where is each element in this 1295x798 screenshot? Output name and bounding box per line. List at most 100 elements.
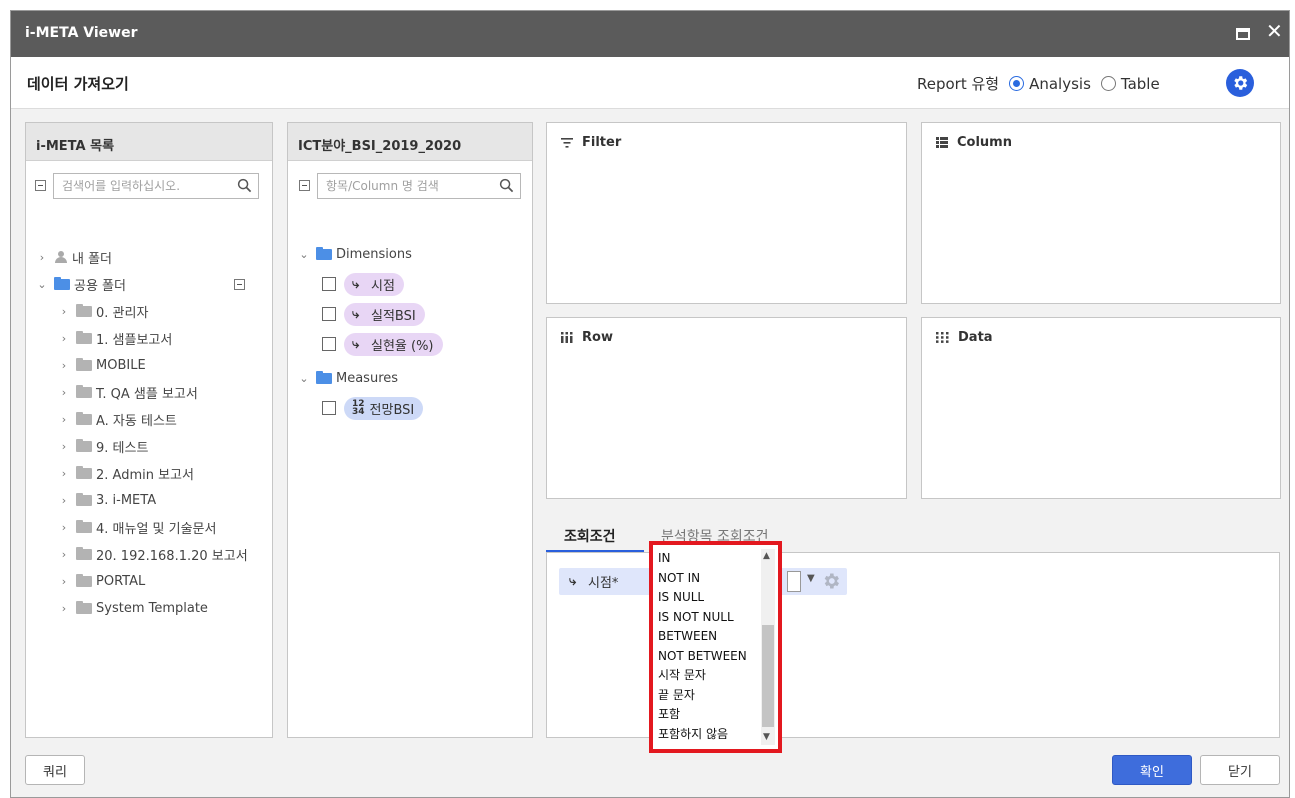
operator-option[interactable]: IN (658, 549, 763, 569)
column-zone[interactable]: Column (921, 122, 1281, 304)
field-checkbox[interactable] (322, 337, 336, 351)
user-icon (54, 251, 68, 263)
tree-item-label: PORTAL (96, 573, 146, 589)
radio-analysis-icon (1009, 76, 1025, 91)
tree-item-my-folder[interactable]: › 내 폴더 (36, 246, 112, 268)
dimension-icon: ⤷ (569, 574, 577, 589)
chevron-right-icon[interactable]: › (58, 602, 70, 615)
chevron-right-icon[interactable]: › (58, 494, 70, 507)
caret-down-icon[interactable]: ▼ (807, 573, 815, 584)
tree-item[interactable]: › 2. Admin 보고서 (58, 462, 194, 484)
field-checkbox[interactable] (322, 401, 336, 415)
operator-dropdown[interactable]: IN NOT IN IS NULL IS NOT NULL BETWEEN NO… (649, 541, 782, 753)
tab-query-condition[interactable]: 조회조건 (564, 526, 616, 546)
chevron-right-icon[interactable]: › (58, 440, 70, 453)
measures-label: Measures (336, 370, 399, 386)
field-checkbox[interactable] (322, 277, 336, 291)
row-zone[interactable]: Row (546, 317, 907, 499)
tree-item[interactable]: › System Template (58, 597, 208, 619)
expand-plus-icon[interactable] (234, 279, 245, 290)
folder-icon (76, 573, 92, 587)
chevron-right-icon[interactable]: › (58, 413, 70, 426)
operator-option[interactable]: 시작 문자 (658, 666, 763, 686)
chevron-right-icon[interactable]: › (58, 332, 70, 345)
dialog-window: i-META Viewer ✕ 데이터 가져오기 Report 유형 Analy… (10, 10, 1290, 798)
tree-item[interactable]: › 3. i-META (58, 489, 156, 511)
chevron-down-icon[interactable]: ⌄ (36, 278, 48, 291)
field-item-dimension[interactable]: ⤷ 실현율 (%) (322, 331, 443, 357)
scrollbar-thumb[interactable] (762, 625, 774, 727)
tree-item[interactable]: › A. 자동 테스트 (58, 408, 177, 430)
chevron-right-icon[interactable]: › (58, 548, 70, 561)
maximize-icon[interactable] (1236, 28, 1250, 40)
close-button[interactable]: 닫기 (1200, 755, 1280, 785)
radio-analysis[interactable]: Analysis (1009, 75, 1091, 93)
tree-item-label: MOBILE (96, 357, 146, 373)
dimension-pill[interactable]: ⤷ 시점 (344, 272, 404, 296)
search-icon[interactable] (499, 178, 514, 193)
chevron-right-icon[interactable]: › (58, 386, 70, 399)
dimension-icon: ⤷ (352, 276, 360, 292)
tree-item[interactable]: › 4. 매뉴얼 및 기술문서 (58, 516, 216, 538)
chevron-down-icon[interactable]: ⌄ (298, 372, 310, 385)
chevron-right-icon[interactable]: › (58, 305, 70, 318)
operator-option[interactable]: 끝 문자 (658, 686, 763, 706)
operator-option[interactable]: 포함 (658, 705, 763, 725)
dataset-title: ICT분야_BSI_2019_2020 (288, 123, 532, 161)
operator-option[interactable]: BETWEEN (658, 627, 763, 647)
close-icon[interactable]: ✕ (1266, 21, 1283, 41)
settings-button[interactable] (1226, 69, 1254, 97)
tree-item[interactable]: › 0. 관리자 (58, 300, 148, 322)
meta-list-panel: i-META 목록 › 내 폴더 ⌄ 공용 폴더 › 0. 관리자 › 1. 샘플보… (25, 122, 273, 738)
chevron-right-icon[interactable]: › (36, 251, 48, 264)
radio-table[interactable]: Table (1100, 75, 1160, 93)
search-icon[interactable] (237, 178, 252, 193)
operator-option[interactable]: NOT BETWEEN (658, 647, 763, 667)
field-checkbox[interactable] (322, 307, 336, 321)
data-zone[interactable]: Data (921, 317, 1281, 499)
report-type: Report 유형 Analysis Table (917, 73, 1160, 94)
ok-button[interactable]: 확인 (1112, 755, 1192, 785)
dimensions-group[interactable]: ⌄ Dimensions (298, 243, 412, 265)
collapse-all-icon[interactable] (35, 180, 46, 191)
field-item-measure[interactable]: 12 34 전망BSI (322, 395, 424, 421)
meta-search-input[interactable] (54, 174, 258, 198)
folder-icon (76, 303, 92, 317)
field-label: 실적BSI (371, 308, 416, 324)
tree-item[interactable]: › MOBILE (58, 354, 146, 376)
operator-option[interactable]: IS NOT NULL (658, 608, 763, 628)
field-label: 전망BSI (369, 402, 415, 418)
measures-group[interactable]: ⌄ Measures (298, 367, 398, 389)
dimension-pill[interactable]: ⤷ 실현율 (%) (344, 332, 443, 356)
tree-item[interactable]: › PORTAL (58, 570, 145, 592)
tree-item-public-folder[interactable]: ⌄ 공용 폴더 (36, 273, 254, 295)
field-item-dimension[interactable]: ⤷ 시점 (322, 271, 404, 297)
title-bar: i-META Viewer ✕ (11, 11, 1289, 57)
expand-all-icon[interactable] (299, 180, 310, 191)
chevron-right-icon[interactable]: › (58, 521, 70, 534)
gear-icon[interactable] (821, 571, 841, 591)
dropdown-scrollbar[interactable]: ▲ ▼ (761, 549, 775, 745)
chevron-right-icon[interactable]: › (58, 359, 70, 372)
column-search-input[interactable] (318, 174, 520, 198)
page-title: 데이터 가져오기 (27, 75, 129, 93)
dimension-pill[interactable]: ⤷ 실적BSI (344, 302, 425, 326)
filter-zone[interactable]: Filter (546, 122, 907, 304)
tree-item[interactable]: › T. QA 샘플 보고서 (58, 381, 198, 403)
chevron-down-icon[interactable]: ⌄ (298, 248, 310, 261)
tree-item[interactable]: › 1. 샘플보고서 (58, 327, 172, 349)
operator-option[interactable]: NOT IN (658, 569, 763, 589)
chevron-right-icon[interactable]: › (58, 575, 70, 588)
tree-item[interactable]: › 20. 192.168.1.20 보고서 (58, 543, 248, 565)
query-button[interactable]: 쿼리 (25, 755, 85, 785)
chevron-right-icon[interactable]: › (58, 467, 70, 480)
condition-value-input[interactable] (787, 571, 801, 592)
measure-pill[interactable]: 12 34 전망BSI (344, 396, 424, 420)
operator-option[interactable]: IS NULL (658, 588, 763, 608)
scroll-up-icon[interactable]: ▲ (763, 551, 770, 561)
scroll-down-icon[interactable]: ▼ (763, 732, 770, 742)
field-item-dimension[interactable]: ⤷ 실적BSI (322, 301, 425, 327)
operator-option[interactable]: 포함하지 않음 (658, 725, 763, 745)
tree-item[interactable]: › 9. 테스트 (58, 435, 148, 457)
report-type-label: Report 유형 (917, 75, 1000, 93)
